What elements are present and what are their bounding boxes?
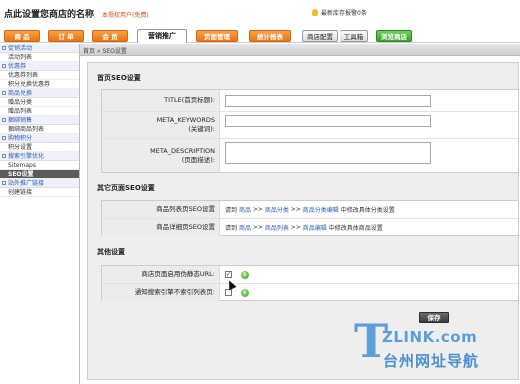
section-title-other-seo: 其它页面SEO设置 <box>97 184 155 192</box>
sidebar-item-create-link[interactable]: 创建链接 <box>0 188 79 197</box>
collapse-icon <box>2 46 6 50</box>
path-link[interactable]: 商品 <box>239 223 251 232</box>
sidebar-item-sitemaps[interactable]: Sitemaps <box>0 161 79 170</box>
other-seo-form: 商品列表页SEO设置 请到 商品 >> 商品分类 >> 商品分类编辑 中修改具体… <box>101 200 519 236</box>
breadcrumb[interactable]: 首页 » SEO设置 <box>83 46 127 55</box>
tab-page-management[interactable]: 页面管理 <box>196 30 238 42</box>
product-list-seo-row: 商品列表页SEO设置 请到 商品 >> 商品分类 >> 商品分类编辑 中修改具体… <box>102 201 518 219</box>
description-row: META_DESCRIPTION (页面描述): <box>102 139 518 172</box>
main-nav: 商 品 订 单 会 员 营销推广 页面管理 统计报表 商店配置 工具箱 浏览商店 <box>0 28 520 43</box>
path-link[interactable]: 商品列表 <box>265 223 289 232</box>
shop-title[interactable]: 点此设置您商店的名称 <box>4 7 94 20</box>
tab-store-config[interactable]: 商店配置 <box>302 30 338 42</box>
title-label: TITLE(首页标题): <box>102 90 220 111</box>
watermark-text: 台州网址导航 <box>383 352 480 370</box>
static-url-row: 商店页面启用伪静态URL: ✓ i <box>102 266 518 284</box>
collapse-icon <box>2 154 6 158</box>
info-icon[interactable]: i <box>241 289 249 297</box>
tab-toolbox[interactable]: 工具箱 <box>340 30 368 42</box>
collapse-icon <box>2 118 6 122</box>
description-textarea[interactable] <box>225 142 431 164</box>
title-input[interactable] <box>225 95 431 107</box>
collapse-icon <box>2 91 6 95</box>
sidebar-group-coupons[interactable]: 优惠券 <box>0 62 79 71</box>
sidebar-group-seo[interactable]: 搜索引擎优化 <box>0 152 79 161</box>
tab-members[interactable]: 会 员 <box>92 30 128 42</box>
other-settings-form: 商店页面启用伪静态URL: ✓ i 通知搜索引擎不索引列表页: i <box>101 265 519 301</box>
stock-alert-text[interactable]: 最新库存报警0条 <box>321 8 367 17</box>
breadcrumb-bar: 首页 » SEO设置 <box>80 44 520 56</box>
tab-statistics[interactable]: 统计报表 <box>249 30 291 42</box>
product-detail-seo-label: 商品详细页SEO设置 <box>102 219 220 236</box>
collapse-icon <box>2 181 6 185</box>
stock-alert-notice[interactable]: 最新库存报警0条 <box>312 8 367 17</box>
keywords-row: META_KEYWORDS (关键词): <box>102 112 518 139</box>
tab-orders[interactable]: 订 单 <box>48 30 84 42</box>
noindex-label: 通知搜索引擎不索引列表页: <box>102 284 220 301</box>
lightbulb-icon <box>312 9 318 16</box>
static-url-label: 商店页面启用伪静态URL: <box>102 266 220 283</box>
path-link[interactable]: 商品分类编辑 <box>303 205 339 214</box>
top-header: 点此设置您商店的名称 本授权用户(免费) 最新库存报警0条 <box>0 0 520 28</box>
home-seo-form: TITLE(首页标题): META_KEYWORDS (关键词): META_DE… <box>101 89 519 173</box>
noindex-row: 通知搜索引擎不索引列表页: i <box>102 284 518 301</box>
path-link[interactable]: 商品编辑 <box>303 223 327 232</box>
sidebar-item-coupon-list[interactable]: 优惠券列表 <box>0 71 79 80</box>
tab-browse-store[interactable]: 浏览商店 <box>376 30 412 42</box>
sidebar: 促销活动 活动列表 优惠券 优惠券列表 积分兑换优惠券 商品兑换 赠品分类 赠品… <box>0 44 80 384</box>
info-icon[interactable]: i <box>241 271 249 279</box>
sidebar-group-promotions[interactable]: 促销活动 <box>0 44 79 53</box>
keywords-label: META_KEYWORDS (关键词): <box>102 112 220 138</box>
tab-products[interactable]: 商 品 <box>4 30 40 42</box>
section-title-home-seo: 首页SEO设置 <box>97 74 141 82</box>
product-detail-seo-path: 请到 商品 >> 商品列表 >> 商品编辑 中修改具体商品设置 <box>225 223 383 232</box>
section-title-other-settings: 其他设置 <box>97 248 125 256</box>
description-label: META_DESCRIPTION (页面描述): <box>102 139 220 172</box>
keywords-input[interactable] <box>225 115 431 127</box>
path-link[interactable]: 商品 <box>239 205 251 214</box>
collapse-icon <box>2 136 6 140</box>
static-url-checkbox[interactable]: ✓ <box>225 271 232 278</box>
watermark-url: ZLINK.com <box>382 328 478 346</box>
product-list-seo-path: 请到 商品 >> 商品分类 >> 商品分类编辑 中修改具体分类设置 <box>225 205 395 214</box>
sidebar-group-points[interactable]: 购物积分 <box>0 134 79 143</box>
sidebar-group-gift-exchange[interactable]: 商品兑换 <box>0 89 79 98</box>
path-link[interactable]: 商品分类 <box>265 205 289 214</box>
product-list-seo-label: 商品列表页SEO设置 <box>102 201 220 218</box>
collapse-icon <box>2 64 6 68</box>
account-note[interactable]: 本授权用户(免费) <box>102 10 149 19</box>
sidebar-group-bundles[interactable]: 捆绑销售 <box>0 116 79 125</box>
title-row: TITLE(首页标题): <box>102 90 518 112</box>
save-button[interactable]: 保存 <box>419 312 449 323</box>
sidebar-item-gift-categories[interactable]: 赠品分类 <box>0 98 79 107</box>
sidebar-group-external-links[interactable]: 站外推广链接 <box>0 179 79 188</box>
tab-marketing[interactable]: 营销推广 <box>137 29 187 43</box>
product-detail-seo-row: 商品详细页SEO设置 请到 商品 >> 商品列表 >> 商品编辑 中修改具体商品… <box>102 219 518 236</box>
